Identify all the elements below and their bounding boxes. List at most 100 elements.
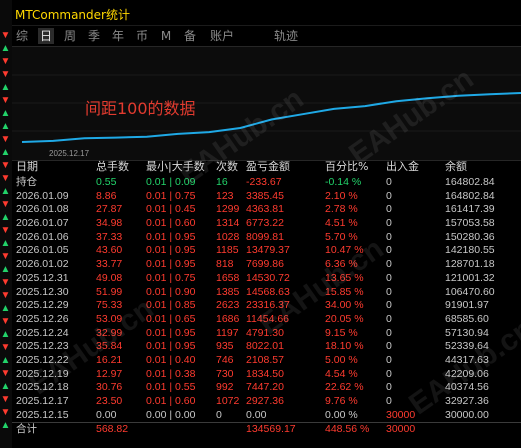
strip-mark: ▼ — [0, 95, 11, 106]
cell-pnl: 7699.86 — [246, 258, 284, 271]
cell-minmax: 0.01 | 0.09 — [146, 176, 196, 188]
cell-minmax: 0.01 | 0.95 — [146, 230, 196, 243]
cell-date: 2025.12.30 — [16, 285, 69, 298]
cell-count: 0 — [216, 408, 222, 421]
tab-4[interactable]: 年 — [110, 28, 126, 44]
table-header: 日期 总手数 最小|大手数 次数 盈亏金额 百分比% 出入金 余额 — [12, 160, 521, 176]
tab-9[interactable]: 轨迹 — [272, 28, 300, 44]
cell-pct: 6.36 % — [325, 258, 358, 271]
tab-1[interactable]: 日 — [38, 28, 54, 44]
column-header[interactable]: 日期 — [16, 160, 38, 174]
cell-minmax: 0.01 | 0.75 — [146, 189, 196, 202]
cell-pct: 4.54 % — [325, 367, 358, 380]
cell-lots: 0.55 — [96, 176, 117, 188]
cell-pct: 20.05 % — [325, 312, 364, 325]
strip-mark: ▲ — [0, 264, 11, 275]
tab-0[interactable]: 综 — [14, 28, 30, 44]
cell-balance: 68585.60 — [445, 312, 489, 325]
cell-flow: 0 — [386, 258, 392, 271]
cell-pnl: 4363.81 — [246, 203, 284, 216]
table-row: 2026.01.09 8.86 0.01 | 0.75 123 3385.45 2.10 … — [12, 190, 521, 204]
cell-pct: 0.00 % — [325, 408, 358, 421]
table-row: 2025.12.17 23.50 0.01 | 0.60 1072 2927.36 9.7… — [12, 395, 521, 409]
cell-balance: 32927.36 — [445, 395, 489, 407]
cell-date: 2025.12.24 — [16, 326, 69, 339]
strip-mark: ▼ — [0, 407, 11, 418]
cell-balance: 106470.60 — [445, 285, 495, 298]
cell-pnl: 14530.72 — [246, 271, 290, 284]
cell-minmax: 0.01 | 0.95 — [146, 340, 196, 353]
tab-6[interactable]: M — [158, 28, 174, 44]
column-header[interactable]: 百分比% — [325, 160, 368, 174]
cell-flow: 0 — [386, 244, 392, 257]
cell-count: 935 — [216, 340, 234, 353]
table-row: 2026.01.07 34.98 0.01 | 0.60 1314 6773.22 4.5… — [12, 217, 521, 231]
cell-balance: 142180.55 — [445, 244, 495, 257]
strip-mark: ▼ — [0, 277, 11, 288]
table-row: 2026.01.05 43.60 0.01 | 0.95 1185 13479.37 10… — [12, 244, 521, 258]
column-header[interactable]: 最小|大手数 — [146, 160, 205, 174]
window-title: MTCommander统计 — [15, 8, 130, 22]
cell-minmax: 0.01 | 0.60 — [146, 395, 196, 407]
cell-flow: 0 — [386, 189, 392, 202]
cell-count: 1658 — [216, 271, 240, 284]
cell-pct: 10.47 % — [325, 244, 364, 257]
total-row: 合计 568.82 134569.17 448.56 % 30000 — [12, 422, 521, 437]
column-header[interactable]: 次数 — [216, 160, 238, 174]
cell-lots: 34.98 — [96, 217, 123, 230]
cell-lots: 33.77 — [96, 258, 123, 271]
table-row: 2026.01.02 33.77 0.01 | 0.95 818 7699.86 6.36… — [12, 258, 521, 272]
cell-lots: 53.09 — [96, 312, 123, 325]
cell-lots: 0.00 — [96, 408, 117, 421]
cell-balance: 40374.56 — [445, 381, 489, 394]
strip-mark: ▼ — [0, 56, 11, 67]
cell-balance: 164802.84 — [445, 176, 495, 188]
tab-3[interactable]: 季 — [86, 28, 102, 44]
column-header[interactable]: 盈亏金额 — [246, 160, 290, 174]
cell-lots: 12.97 — [96, 367, 123, 380]
stats-table: 日期 总手数 最小|大手数 次数 盈亏金额 百分比% 出入金 余额 持仓 0.55 0.01 | 0… — [12, 160, 521, 437]
strip-mark: ▼ — [0, 342, 11, 353]
cell-pnl: 1834.50 — [246, 367, 284, 380]
cell-balance: 128701.18 — [445, 258, 495, 271]
column-header[interactable]: 出入金 — [386, 160, 419, 174]
tab-2[interactable]: 周 — [62, 28, 78, 44]
column-header[interactable]: 总手数 — [96, 160, 129, 174]
table-row: 2025.12.29 75.33 0.01 | 0.85 2623 23316.37 34… — [12, 299, 521, 313]
cell-balance: 164802.84 — [445, 189, 495, 202]
tab-5[interactable]: 币 — [134, 28, 150, 44]
cell-date: 2025.12.18 — [16, 381, 69, 394]
cell-flow: 0 — [386, 203, 392, 216]
cell-pct: 9.15 % — [325, 326, 358, 339]
cell-flow: 30000 — [386, 423, 416, 436]
strip-mark: ▲ — [0, 303, 11, 314]
cell-minmax: 0.01 | 0.55 — [146, 381, 196, 394]
table-row: 2025.12.26 53.09 0.01 | 0.65 1686 11454.66 20… — [12, 313, 521, 327]
cell-count: 730 — [216, 367, 234, 380]
strip-mark: ▼ — [0, 368, 11, 379]
cell-pct: 448.56 % — [325, 423, 370, 436]
cell-count: 1385 — [216, 285, 240, 298]
cell-lots: 49.08 — [96, 271, 123, 284]
table-row: 2025.12.19 12.97 0.01 | 0.38 730 1834.50 4.54… — [12, 368, 521, 382]
column-header[interactable]: 余额 — [445, 160, 467, 174]
title-bar: MTCommander统计 — [12, 0, 521, 26]
cell-pnl: 2108.57 — [246, 353, 284, 366]
cell-count: 1028 — [216, 230, 240, 243]
table-row: 2025.12.30 51.99 0.01 | 0.90 1385 14568.63 15… — [12, 286, 521, 300]
cell-date: 2025.12.29 — [16, 299, 69, 312]
cell-lots: 51.99 — [96, 285, 123, 298]
cell-count: 123 — [216, 189, 234, 202]
cell-minmax: 0.01 | 0.65 — [146, 312, 196, 325]
cell-flow: 0 — [386, 217, 392, 230]
tab-7[interactable]: 备 — [182, 28, 198, 44]
strip-mark: ▼ — [0, 199, 11, 210]
cell-flow: 0 — [386, 395, 392, 407]
cell-pct: 15.85 % — [325, 285, 364, 298]
cell-lots: 32.99 — [96, 326, 123, 339]
cell-date: 2026.01.02 — [16, 258, 69, 271]
strip-mark: ▲ — [0, 420, 11, 431]
cell-pct: 2.78 % — [325, 203, 358, 216]
tab-8[interactable]: 账户 — [208, 28, 236, 44]
cell-pnl: 14568.63 — [246, 285, 290, 298]
